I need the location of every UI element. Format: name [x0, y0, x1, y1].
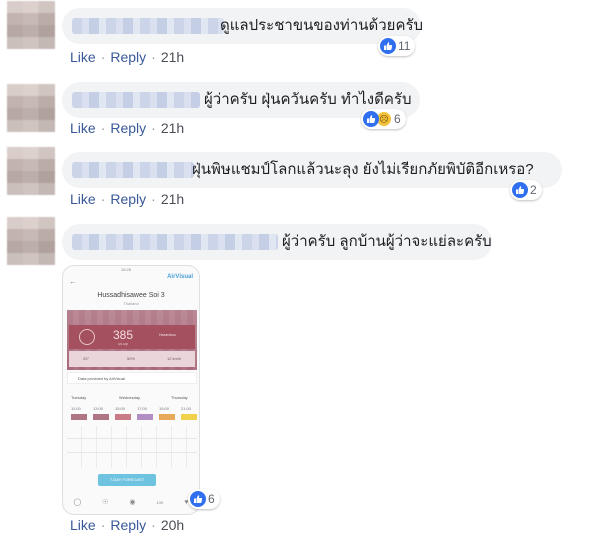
separator: ·	[100, 49, 106, 65]
comment-text: ดูแลประชาขนของท่านด้วยครับ	[220, 17, 424, 34]
timestamp[interactable]: 21h	[161, 49, 184, 65]
location-country: Thailand	[123, 301, 139, 306]
forecast-hour: 21:00	[181, 406, 192, 411]
nav-count: 10K	[156, 499, 164, 505]
forecast-hour: 17:00	[137, 406, 148, 411]
data-provider: Data provided by AirVisual	[67, 372, 197, 384]
forecast-button[interactable]: 7-DAY FORECAST	[98, 474, 156, 486]
reaction-count: 6	[394, 112, 401, 126]
reply-link[interactable]: Reply	[110, 49, 146, 65]
like-link[interactable]: Like	[70, 49, 96, 65]
aqi-swatch	[159, 414, 175, 420]
timestamp[interactable]: 21h	[161, 191, 184, 207]
reply-link[interactable]: Reply	[110, 120, 146, 136]
aqi-swatch	[115, 414, 131, 420]
thumb-icon: ☉	[102, 499, 109, 506]
timestamp[interactable]: 21h	[161, 120, 184, 136]
reaction-summary[interactable]: 6	[188, 489, 220, 509]
comment-actions: Like · Reply · 20h	[70, 517, 184, 533]
aqi-swatch	[137, 414, 153, 420]
avatar[interactable]	[7, 147, 55, 195]
reply-link[interactable]: Reply	[110, 191, 146, 207]
separator: ·	[100, 191, 106, 207]
comment-actions: Like · Reply · 21h	[70, 191, 184, 207]
forecast-hour: 11:00	[71, 406, 81, 411]
face-mask-icon	[79, 329, 95, 345]
separator: ·	[151, 49, 156, 65]
reply-link[interactable]: Reply	[110, 517, 146, 533]
commenter-name-blurred[interactable]	[72, 92, 200, 108]
avatar[interactable]	[7, 84, 55, 132]
like-icon	[363, 111, 379, 127]
phone-status-bar: 16:26	[63, 266, 199, 274]
phone-status-time: 16:26	[121, 267, 132, 272]
reaction-summary[interactable]: 11	[378, 36, 416, 56]
forecast-hour: 13:00	[93, 406, 104, 411]
reaction-count: 6	[208, 492, 215, 506]
comment-text: ผู้ว่าครับ ฝุ่นควันครับ ทำไงดีครับ	[204, 91, 412, 108]
forecast-day[interactable]: Wednesday	[119, 395, 140, 400]
aqi-level: Hazardous	[159, 333, 176, 337]
commenter-name-blurred[interactable]	[72, 162, 194, 178]
comment-actions: Like · Reply · 21h	[70, 49, 184, 65]
humidity: 50%	[127, 356, 136, 361]
comment-bubble: ผู้ว่าครับ ลูกบ้านผู้ว่าจะแย่ละครับ	[62, 224, 492, 260]
forecast-hour: 19:00	[159, 406, 170, 411]
forecast-days: Tuesday Wednesday Thursday	[67, 393, 197, 403]
aqi-value: 385	[113, 328, 134, 342]
like-link[interactable]: Like	[70, 120, 96, 136]
forecast-grid	[67, 426, 197, 468]
phone-nav-bar: ◯ ☉ ◉ 10K ♥	[63, 494, 199, 510]
weather-row: 25° 50% 12 km/h	[69, 351, 195, 367]
reaction-summary[interactable]: ☹ 6	[361, 109, 406, 129]
comment-bubble: ฝุ่นพิษแชมป์โลกแล้วนะลุง ยังไม่เรียกภัยพ…	[62, 152, 562, 188]
like-icon	[190, 491, 206, 507]
temperature: 25°	[83, 356, 90, 361]
like-icon	[380, 38, 396, 54]
forecast-day[interactable]: Tuesday	[71, 395, 86, 400]
reaction-count: 11	[398, 39, 411, 53]
separator: ·	[151, 120, 156, 136]
divider	[67, 452, 197, 453]
back-arrow-icon: ←	[69, 277, 77, 286]
home-icon: ◯	[73, 499, 82, 506]
forecast-day[interactable]: Thursday	[171, 395, 188, 400]
like-link[interactable]: Like	[70, 191, 96, 207]
aqi-swatch	[71, 414, 87, 420]
brand-name: AirVisual	[167, 274, 193, 280]
separator: ·	[100, 517, 106, 533]
avatar[interactable]	[7, 1, 55, 49]
comment-text: ผู้ว่าครับ ลูกบ้านผู้ว่าจะแย่ละครับ	[282, 233, 492, 250]
separator: ·	[151, 517, 156, 533]
aqi-label: US AQI	[118, 342, 129, 346]
timestamp[interactable]: 20h	[161, 517, 184, 533]
location-title: Hussadhisawee Soi 3	[97, 292, 165, 299]
aqi-swatch	[93, 414, 109, 420]
separator: ·	[100, 120, 106, 136]
attached-screenshot[interactable]: 16:26 ← AirVisual Hussadhisawee Soi 3 Th…	[62, 265, 200, 515]
like-link[interactable]: Like	[70, 517, 96, 533]
avatar[interactable]	[7, 217, 55, 265]
reaction-count: 2	[530, 183, 537, 197]
commenter-name-blurred[interactable]	[72, 234, 278, 250]
forecast-hour: 15:00	[115, 406, 126, 411]
comment-actions: Like · Reply · 21h	[70, 120, 184, 136]
shield-icon: ◉	[129, 499, 136, 506]
comment-text: ฝุ่นพิษแชมป์โลกแล้วนะลุง ยังไม่เรียกภัยพ…	[192, 161, 534, 178]
reaction-summary[interactable]: 2	[510, 180, 542, 200]
divider	[67, 438, 197, 439]
wind-speed: 12 km/h	[167, 356, 182, 361]
aqi-swatch	[181, 414, 197, 420]
separator: ·	[151, 191, 156, 207]
like-icon	[512, 182, 528, 198]
commenter-name-blurred[interactable]	[72, 18, 224, 34]
comment-bubble: ดูแลประชาขนของท่านด้วยครับ	[62, 8, 424, 44]
